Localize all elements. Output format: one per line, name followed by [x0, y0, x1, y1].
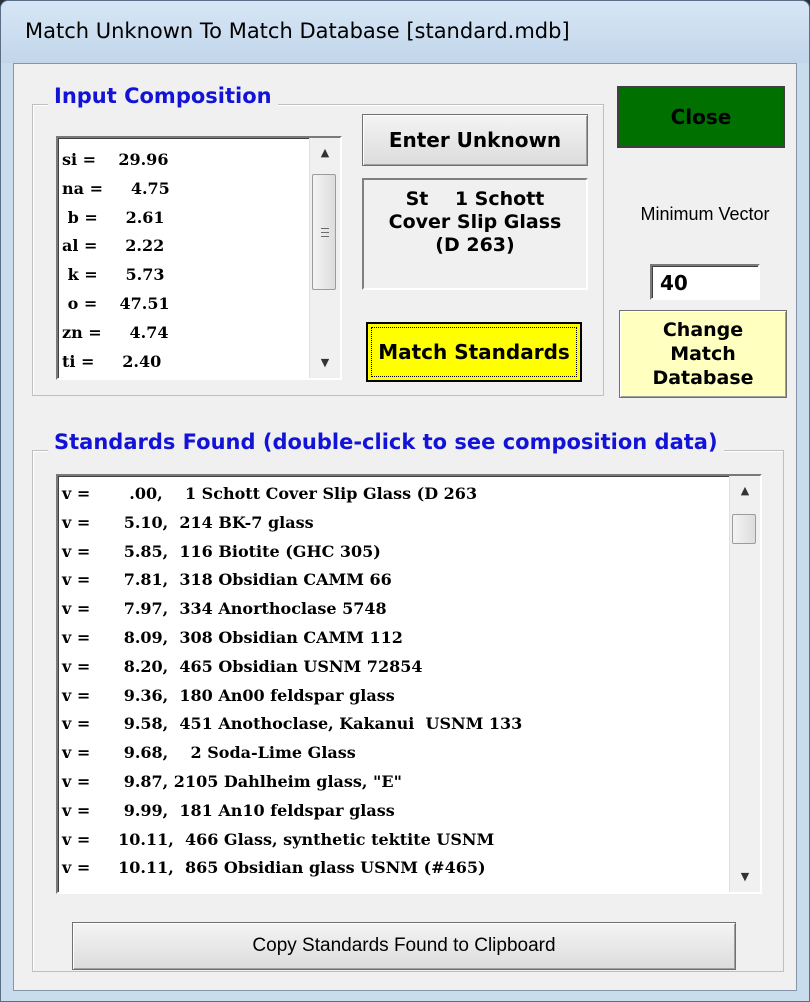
input-composition-list[interactable]: si = 29.96 na = 4.75 b = 2.61 al = 2.22 k …	[56, 136, 342, 380]
input-list-scrollbar[interactable]: ▲ ▼	[309, 138, 340, 378]
standard-row[interactable]: v = 10.11, 865 Obsidian glass USNM (#465…	[62, 854, 730, 883]
close-button[interactable]: Close	[617, 86, 785, 148]
change-db-label-2: Match	[670, 343, 736, 365]
standards-found-label: Standards Found (double-click to see com…	[48, 430, 724, 454]
title-bar[interactable]: Match Unknown To Match Database [standar…	[1, 1, 809, 63]
dialog-window: Match Unknown To Match Database [standar…	[0, 0, 810, 1002]
composition-line[interactable]: zn = 4.74	[62, 319, 310, 348]
scroll-up-icon[interactable]: ▲	[730, 478, 760, 504]
standard-row[interactable]: v = 5.10, 214 BK-7 glass	[62, 509, 730, 538]
input-composition-lines: si = 29.96 na = 4.75 b = 2.61 al = 2.22 k …	[62, 146, 310, 376]
change-db-label-1: Change	[662, 319, 744, 341]
match-standards-label: Match Standards	[378, 340, 570, 364]
composition-line[interactable]: b = 2.61	[62, 204, 310, 233]
scroll-down-icon[interactable]: ▼	[730, 864, 760, 890]
standard-row[interactable]: v = .00, 1 Schott Cover Slip Glass (D 26…	[62, 480, 730, 509]
standard-row[interactable]: v = 7.81, 318 Obsidian CAMM 66	[62, 566, 730, 595]
minimum-vector-input[interactable]: 40	[650, 264, 760, 300]
standard-row[interactable]: v = 9.99, 181 An10 feldspar glass	[62, 797, 730, 826]
standard-row[interactable]: v = 9.58, 451 Anothoclase, Kakanui USNM …	[62, 710, 730, 739]
dialog-client: Input Composition si = 29.96 na = 4.75 b …	[13, 63, 797, 991]
copy-to-clipboard-button[interactable]: Copy Standards Found to Clipboard	[72, 922, 736, 970]
copy-to-clipboard-label: Copy Standards Found to Clipboard	[252, 935, 556, 956]
change-db-label-3: Database	[652, 367, 754, 389]
selected-standard-line1: St 1 Schott	[405, 188, 545, 210]
close-label: Close	[670, 105, 732, 129]
scrollbar-thumb[interactable]	[312, 174, 336, 290]
composition-line[interactable]: na = 4.75	[62, 175, 310, 204]
standard-row[interactable]: v = 5.85, 116 Biotite (GHC 305)	[62, 538, 730, 567]
composition-line[interactable]: si = 29.96	[62, 146, 310, 175]
selected-standard-line3: (D 263)	[435, 234, 515, 256]
standard-row[interactable]: v = 8.09, 308 Obsidian CAMM 112	[62, 624, 730, 653]
selected-standard-line2: Cover Slip Glass	[388, 211, 562, 233]
scroll-down-icon[interactable]: ▼	[310, 350, 340, 376]
window-title: Match Unknown To Match Database [standar…	[25, 19, 570, 43]
standard-row[interactable]: v = 9.36, 180 An00 feldspar glass	[62, 682, 730, 711]
standards-found-list[interactable]: v = .00, 1 Schott Cover Slip Glass (D 26…	[56, 474, 762, 894]
standard-row[interactable]: v = 8.20, 465 Obsidian USNM 72854	[62, 653, 730, 682]
selected-standard-box: St 1 Schott Cover Slip Glass (D 263)	[362, 178, 588, 290]
standards-list-scrollbar[interactable]: ▲ ▼	[729, 476, 760, 892]
scroll-up-icon[interactable]: ▲	[310, 140, 340, 166]
composition-line[interactable]: ti = 2.40	[62, 348, 310, 377]
enter-unknown-label: Enter Unknown	[388, 128, 562, 152]
composition-line[interactable]: al = 2.22	[62, 232, 310, 261]
scrollbar-thumb[interactable]	[732, 514, 756, 544]
enter-unknown-button[interactable]: Enter Unknown	[362, 114, 588, 166]
standards-found-lines: v = .00, 1 Schott Cover Slip Glass (D 26…	[62, 480, 730, 883]
change-match-database-button[interactable]: Change Match Database	[619, 310, 787, 398]
composition-line[interactable]: o = 47.51	[62, 290, 310, 319]
standard-row[interactable]: v = 9.87, 2105 Dahlheim glass, "E"	[62, 768, 730, 797]
standard-row[interactable]: v = 9.68, 2 Soda-Lime Glass	[62, 739, 730, 768]
match-standards-button[interactable]: Match Standards	[366, 322, 582, 382]
standard-row[interactable]: v = 7.97, 334 Anorthoclase 5748	[62, 595, 730, 624]
minimum-vector-label: Minimum Vector	[640, 204, 770, 224]
standard-row[interactable]: v = 10.11, 466 Glass, synthetic tektite …	[62, 826, 730, 855]
input-composition-label: Input Composition	[48, 84, 278, 108]
composition-line[interactable]: k = 5.73	[62, 261, 310, 290]
